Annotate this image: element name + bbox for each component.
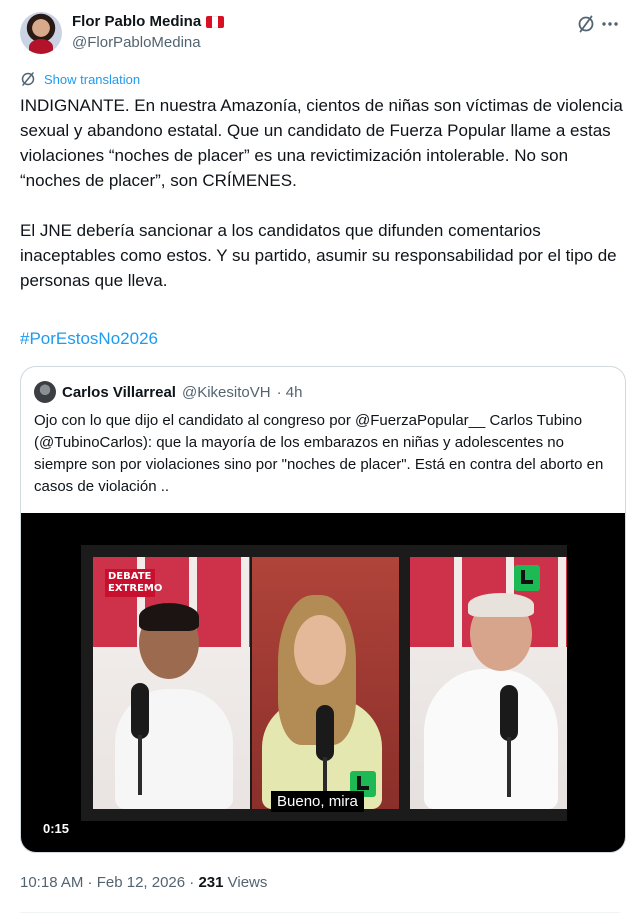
author-name[interactable]: Flor Pablo Medina	[72, 13, 201, 30]
tweet-text: INDIGNANTE. En nuestra Amazonía, cientos…	[20, 96, 623, 290]
tweet-timestamp[interactable]: 10:18 AM · Feb 12, 2026 ·	[20, 874, 198, 891]
quoted-tweet-header: Carlos Villarreal @KikesitoVH · 4h	[34, 381, 302, 403]
microphone	[131, 683, 149, 795]
channel-logo-icon	[514, 565, 540, 591]
author-handle[interactable]: @FlorPabloMedina	[72, 34, 201, 51]
more-dots-icon[interactable]	[600, 14, 620, 34]
avatar[interactable]	[20, 12, 62, 54]
speaker-right-hair	[468, 593, 534, 617]
logo-line-2: EXTREMO	[108, 583, 163, 594]
speaker-right	[424, 669, 558, 809]
host-center-head	[294, 615, 346, 685]
quoted-avatar[interactable]	[34, 381, 56, 403]
speaker-left-hair	[139, 603, 199, 631]
tweet-header: Flor Pablo Medina @FlorPabloMedina	[20, 10, 620, 56]
views-count: 231	[198, 874, 224, 891]
microphone	[500, 685, 518, 797]
video-panel-left: DEBATE EXTREMO	[93, 557, 250, 809]
quoted-author-name[interactable]: Carlos Villarreal	[62, 384, 176, 401]
divider	[20, 912, 620, 913]
debate-extremo-logo: DEBATE EXTREMO	[105, 569, 163, 597]
video-panel-right	[410, 557, 567, 809]
quoted-time: · 4h	[276, 383, 303, 401]
globe-slash-icon	[21, 72, 35, 86]
logo-line-1: DEBATE	[108, 571, 152, 582]
show-translation-link[interactable]: Show translation	[20, 71, 140, 87]
video-frame: DEBATE EXTREMO Bueno, mira	[81, 545, 567, 821]
quoted-tweet-text: Ojo con lo que dijo el candidato al cong…	[34, 412, 604, 495]
views-label: Views	[223, 874, 268, 891]
quoted-tweet[interactable]: Carlos Villarreal @KikesitoVH · 4h Ojo c…	[20, 366, 626, 853]
grok-slash-circle-icon[interactable]	[576, 14, 596, 34]
hashtag-link[interactable]: #PorEstosNo2026	[20, 326, 158, 351]
author-name-row: Flor Pablo Medina	[72, 13, 225, 30]
peru-flag-icon	[206, 15, 225, 28]
quoted-author-handle[interactable]: @KikesitoVH	[182, 384, 271, 401]
tweet-footer: 10:18 AM · Feb 12, 2026 · 231 Views	[20, 874, 267, 891]
microphone	[316, 705, 334, 809]
show-translation-label[interactable]: Show translation	[44, 72, 140, 87]
video-player[interactable]: DEBATE EXTREMO Bueno, mira 0:15	[21, 513, 625, 852]
video-subtitle: Bueno, mira	[271, 791, 364, 812]
video-timestamp: 0:15	[43, 821, 70, 836]
video-panel-center	[252, 557, 399, 809]
